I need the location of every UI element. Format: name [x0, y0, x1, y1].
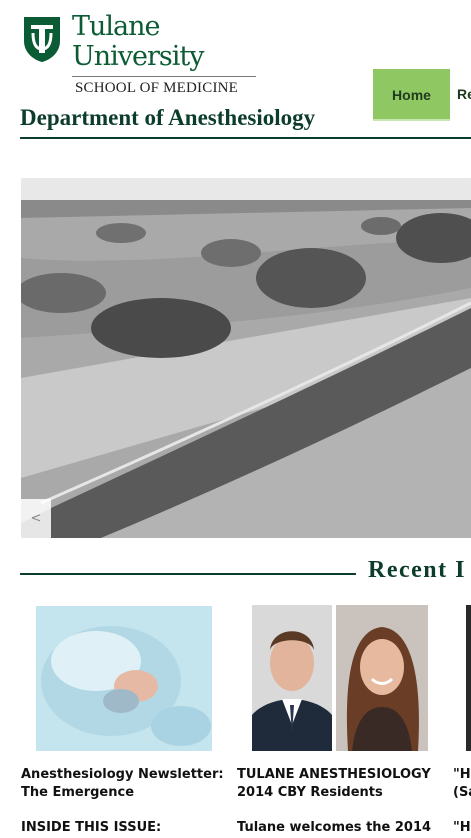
tulane-shield-icon: [24, 17, 60, 62]
department-title[interactable]: Department of Anesthesiology: [20, 105, 315, 131]
header-divider: [20, 137, 471, 139]
slider-prev-button[interactable]: <: [21, 499, 51, 538]
university-name-line1: Tulane: [72, 11, 160, 42]
third-thumbnail[interactable]: [466, 605, 471, 751]
newsletter-thumbnail[interactable]: [36, 606, 212, 751]
university-name-line2: University: [72, 41, 205, 72]
tulane-logo[interactable]: Tulane University SCHOOL OF MEDICINE: [20, 10, 260, 100]
card-body-newsletter: INSIDE THIS ISSUE:: [21, 820, 162, 835]
school-name: SCHOOL OF MEDICINE: [75, 80, 239, 96]
card-title-newsletter[interactable]: Anesthesiology Newsletter: The Emergence: [21, 766, 231, 802]
logo-divider: [72, 76, 256, 77]
card-title-third[interactable]: "H (Sa: [453, 766, 471, 802]
nav-home-button[interactable]: Home: [373, 69, 450, 121]
recent-section-title: Recent I: [368, 557, 466, 583]
card-title-residents[interactable]: TULANE ANESTHESIOLOGY 2014 CBY Residents: [237, 766, 442, 802]
card-body-residents: Tulane welcomes the 2014: [237, 820, 432, 835]
hero-slider-image: [21, 178, 471, 538]
residents-photo[interactable]: [252, 605, 428, 751]
card-body-third: "H: [453, 820, 471, 835]
nav-item-next[interactable]: Re: [457, 86, 471, 102]
section-divider: [20, 573, 356, 575]
